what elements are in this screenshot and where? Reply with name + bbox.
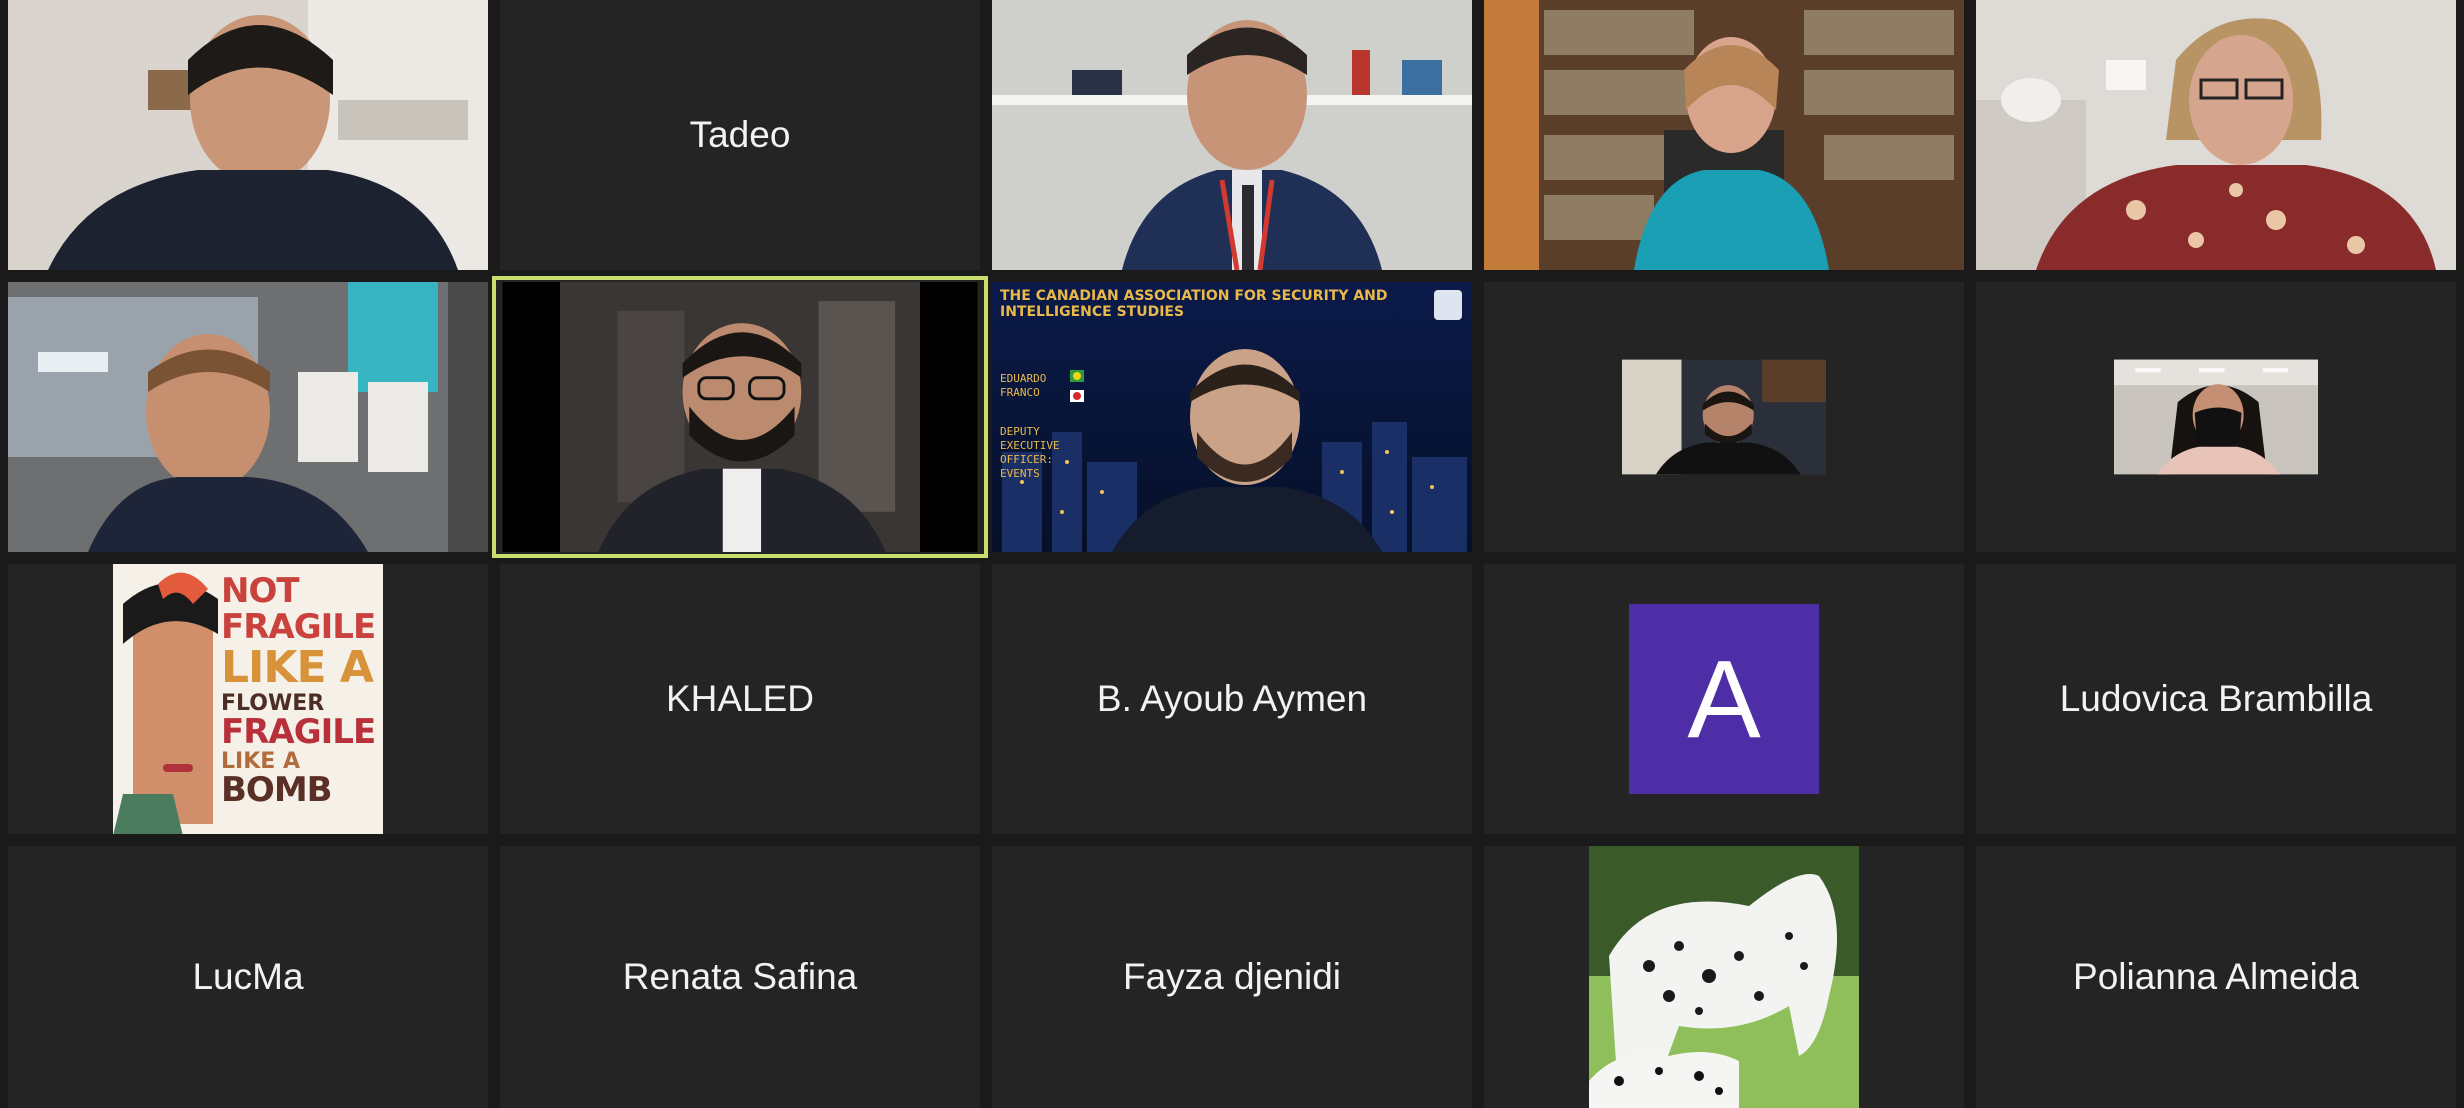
participant-tile-18[interactable]: Fayza djenidi [992, 846, 1472, 1108]
poster-line-3: LIKE A [221, 642, 374, 694]
participant-name: LucMa [192, 956, 304, 997]
participant-video-9 [1622, 359, 1826, 475]
participant-name: KHALED [665, 678, 815, 719]
participant-tile-8[interactable]: THE CANADIAN ASSOCIATION FOR SECURITY AN… [992, 282, 1472, 552]
participant-video-7 [502, 282, 978, 552]
participant-name: Fayza djenidi [1122, 956, 1341, 997]
participant-video-3 [992, 0, 1472, 270]
participant-avatar: A [1629, 604, 1819, 794]
poster-line-1: NOT [221, 571, 300, 611]
poster-line-7: BOMB [221, 770, 333, 811]
participant-video-10 [2114, 359, 2318, 475]
profile-image-horse [1589, 846, 1859, 1108]
participant-name: Ludovica Brambilla [2059, 678, 2373, 719]
poster-line-5: FRAGILE [221, 711, 376, 752]
gallery-grid: Tadeo THE CANADIAN ASSOCIATION FOR SECUR… [0, 0, 2464, 1108]
participant-tile-17[interactable]: Renata Safina [500, 846, 980, 1108]
participant-tile-9[interactable] [1484, 282, 1964, 552]
participant-tile-1[interactable] [8, 0, 488, 270]
participant-video-1 [8, 0, 488, 270]
participant-tile-11[interactable]: NOT FRAGILE LIKE A FLOWER FRAGILE LIKE A… [8, 564, 488, 834]
participant-tile-20[interactable]: Polianna Almeida [1976, 846, 2456, 1108]
participant-name: B. Ayoub Aymen [1096, 678, 1368, 719]
participant-name: Tadeo [689, 114, 791, 155]
poster-text: NOT FRAGILE LIKE A FLOWER FRAGILE LIKE A… [221, 571, 381, 811]
participant-video-5 [1976, 0, 2456, 270]
participant-tile-4[interactable] [1484, 0, 1964, 270]
portrait-illustration [113, 564, 223, 834]
participant-tile-7-active-speaker[interactable] [492, 276, 988, 558]
participant-tile-13[interactable]: B. Ayoub Aymen [992, 564, 1472, 834]
participant-tile-15[interactable]: Ludovica Brambilla [1976, 564, 2456, 834]
participant-tile-19[interactable] [1484, 846, 1964, 1108]
participant-tile-3[interactable] [992, 0, 1472, 270]
participant-tile-12[interactable]: KHALED [500, 564, 980, 834]
participant-tile-6[interactable] [8, 282, 488, 552]
participant-name: Polianna Almeida [2073, 956, 2359, 997]
poster-line-2: FRAGILE [221, 606, 376, 647]
participant-tile-14[interactable]: A [1484, 564, 1964, 834]
virtual-background-name: EDUARDO FRANCO [1000, 372, 1047, 400]
profile-image-poster: NOT FRAGILE LIKE A FLOWER FRAGILE LIKE A… [113, 564, 383, 834]
virtual-background-caption: EDUARDO FRANCO DEPUTY EXECUTIVE OFFICER:… [1000, 372, 1070, 482]
virtual-background-title: THE CANADIAN ASSOCIATION FOR SECURITY AN… [1000, 288, 1388, 321]
virtual-background-role: DEPUTY EXECUTIVE OFFICER: EVENTS [1000, 424, 1060, 481]
participant-tile-10[interactable] [1976, 282, 2456, 552]
participant-video-6 [8, 282, 488, 552]
participant-tile-5[interactable] [1976, 0, 2456, 270]
participant-video-4 [1484, 0, 1964, 270]
participant-name: Renata Safina [622, 956, 858, 997]
participant-tile-2[interactable]: Tadeo [500, 0, 980, 270]
participant-tile-16[interactable]: LucMa [8, 846, 488, 1108]
